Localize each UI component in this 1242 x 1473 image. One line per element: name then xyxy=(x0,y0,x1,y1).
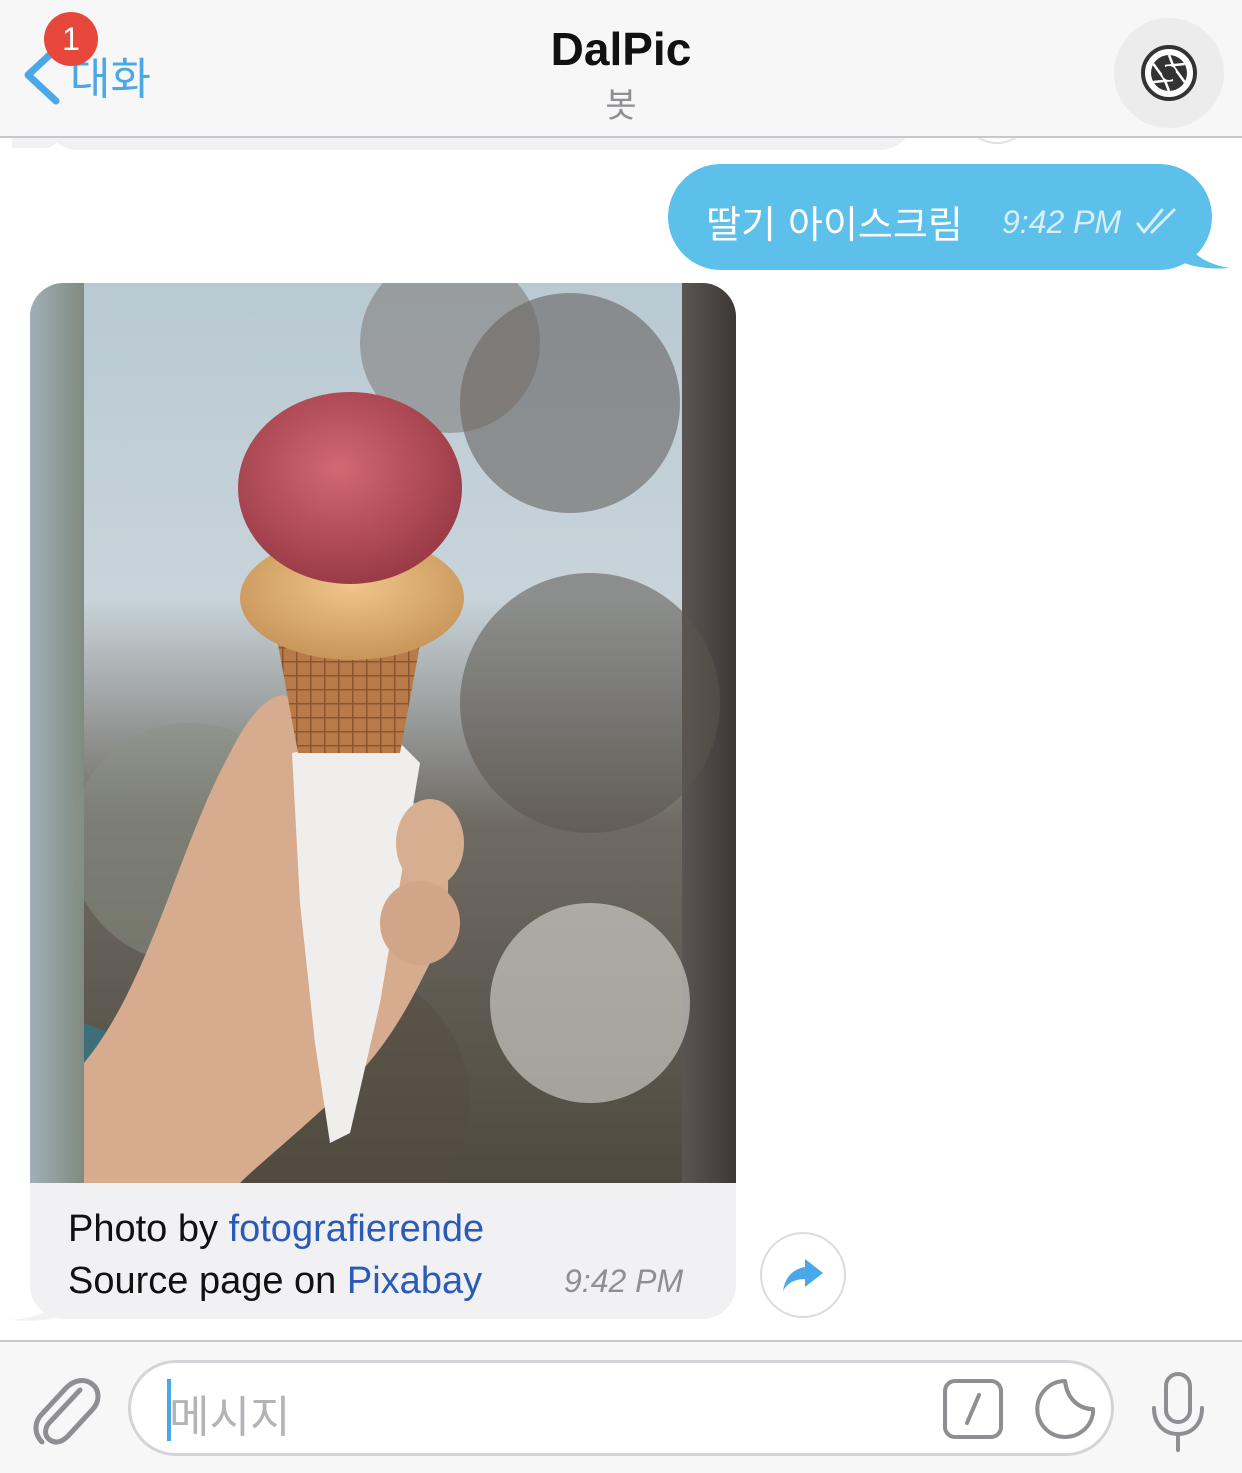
caption-line-author: Photo by fotografierende xyxy=(68,1203,484,1255)
caption-line-source: Source page on Pixabay xyxy=(68,1255,484,1307)
message-input[interactable]: 메시지 xyxy=(128,1360,1114,1456)
sticker-icon[interactable] xyxy=(1033,1377,1097,1441)
chat-header: 대화 1 DalPic 봇 xyxy=(0,0,1242,138)
slash-command-icon[interactable] xyxy=(943,1379,1003,1439)
ice-cream-photo[interactable] xyxy=(30,283,736,1183)
previous-message-bubble xyxy=(44,138,914,150)
share-button[interactable] xyxy=(760,1232,846,1318)
outgoing-message-time: 9:42 PM xyxy=(1002,204,1122,240)
share-arrow-icon xyxy=(783,1259,823,1291)
caption-source-prefix: Source page on xyxy=(68,1260,347,1302)
microphone-icon[interactable] xyxy=(1148,1370,1208,1454)
outgoing-message-bubble[interactable]: 딸기 아이스크림 9:42 PM xyxy=(668,164,1212,270)
slash-glyph xyxy=(965,1393,981,1425)
author-link[interactable]: fotografierende xyxy=(229,1208,485,1250)
paperclip-icon[interactable] xyxy=(28,1370,102,1450)
previous-share-button[interactable] xyxy=(962,138,1032,144)
incoming-message-time: 9:42 PM xyxy=(564,1263,684,1299)
caption-photo-prefix: Photo by xyxy=(68,1208,229,1250)
incoming-photo-message[interactable]: Photo by fotografierende Source page on … xyxy=(30,283,736,1319)
camera-aperture-icon xyxy=(1141,45,1197,101)
outgoing-message-text: 딸기 아이스크림 xyxy=(706,203,963,247)
bot-avatar-button[interactable] xyxy=(1114,18,1224,128)
message-placeholder: 메시지 xyxy=(169,1392,291,1443)
message-list[interactable]: 딸기 아이스크림 9:42 PM Photo by fotografierend… xyxy=(0,138,1242,1340)
message-input-bar: 메시지 xyxy=(0,1340,1242,1473)
chat-subtitle: 봇 xyxy=(605,86,637,126)
ice-cream-cone-photo xyxy=(30,283,736,1183)
double-check-icon xyxy=(1136,208,1176,234)
source-link[interactable]: Pixabay xyxy=(347,1260,482,1302)
chat-title[interactable]: DalPic xyxy=(0,22,1242,76)
photo-caption: Photo by fotografierende Source page on … xyxy=(68,1203,484,1307)
